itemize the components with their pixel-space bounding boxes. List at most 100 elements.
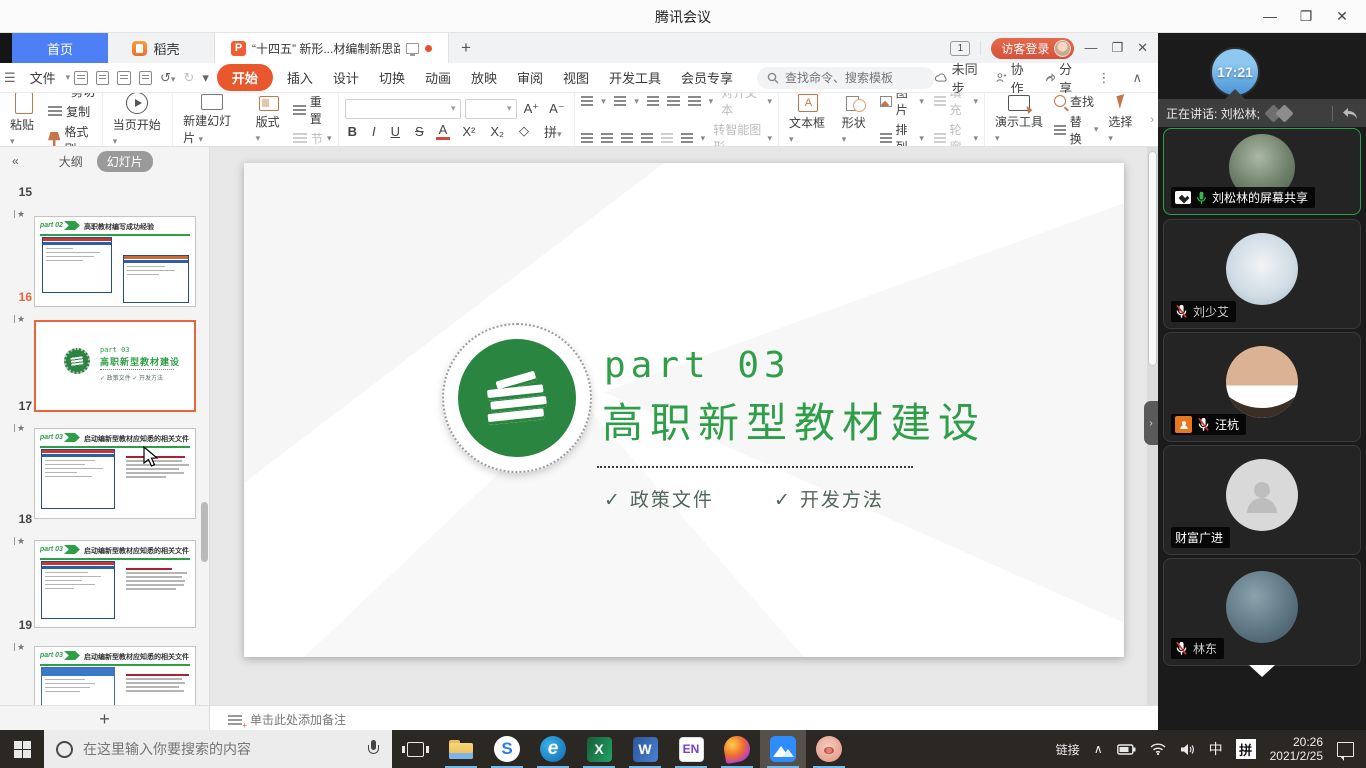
collaborate-button[interactable]: 协作: [996, 59, 1031, 97]
start-button[interactable]: [0, 730, 44, 768]
share-button[interactable]: 分享: [1045, 59, 1080, 97]
undo-icon[interactable]: ↺▾: [156, 70, 179, 86]
picture-button[interactable]: 图片▾: [880, 93, 924, 118]
tab-document[interactable]: P “十四五” 新形...材编制新思路1: [214, 33, 449, 63]
wps-close-button[interactable]: ✕: [1137, 40, 1148, 56]
edge-button[interactable]: e: [530, 730, 576, 768]
section-button[interactable]: 节▾: [293, 130, 332, 147]
notes-bar[interactable]: 单击此处添加备注: [210, 705, 1158, 733]
search-mic-icon[interactable]: [367, 740, 380, 758]
ribbon-expand-icon[interactable]: ›: [1146, 93, 1158, 146]
panel-scrollbar-thumb[interactable]: [201, 502, 208, 562]
line-spacing-icon[interactable]: [681, 133, 693, 143]
play-from-current-button[interactable]: 当页开始 ▾: [109, 93, 166, 147]
textbox-button[interactable]: A 文本框 ▾: [785, 94, 832, 145]
wps-minimize-button[interactable]: —: [1084, 40, 1097, 56]
taskbar-search-box[interactable]: [44, 730, 392, 768]
decrease-indent-icon[interactable]: [647, 96, 660, 106]
reply-arrow-icon[interactable]: [1342, 107, 1358, 120]
new-slide-button[interactable]: 新建幻灯片 ▾: [179, 94, 245, 146]
sogou-button[interactable]: S: [484, 730, 530, 768]
outline-tab[interactable]: 大纲: [59, 153, 83, 170]
align-right-icon[interactable]: [621, 133, 633, 143]
command-search-box[interactable]: [757, 67, 935, 89]
maximize-button[interactable]: ❐: [1296, 6, 1316, 26]
menu-review[interactable]: 审阅: [507, 68, 553, 87]
save-icon[interactable]: [74, 71, 87, 85]
menu-design[interactable]: 设计: [323, 68, 369, 87]
align-center-icon[interactable]: [601, 133, 613, 143]
panel-collapse-icon[interactable]: «: [12, 154, 19, 168]
participant-tile-liusonglin[interactable]: 刘松林的屏幕共享: [1163, 128, 1361, 215]
distribute-icon[interactable]: [661, 133, 673, 143]
preview-icon[interactable]: [139, 71, 152, 85]
menu-devtools[interactable]: 开发工具: [599, 68, 671, 87]
format-painter-button[interactable]: 格式刷: [48, 123, 96, 148]
evernote-button[interactable]: EN: [668, 730, 714, 768]
menu-view[interactable]: 视图: [553, 68, 599, 87]
ime-language-indicator[interactable]: 中: [1202, 730, 1230, 768]
present-tools-button[interactable]: 演示工具 ▾: [991, 95, 1048, 144]
align-text-button[interactable]: 对齐文本▾: [721, 93, 772, 118]
replace-button[interactable]: 替换▾: [1054, 113, 1098, 147]
fill-button[interactable]: 填充▾: [934, 93, 978, 118]
scroll-more-indicator[interactable]: [1249, 665, 1275, 677]
pig-avatar-app-button[interactable]: [806, 730, 852, 768]
participant-tile-wanghang[interactable]: 汪杭: [1163, 332, 1361, 442]
font-size-select[interactable]: ▾: [465, 99, 517, 119]
word-button[interactable]: W: [622, 730, 668, 768]
numbered-list-icon[interactable]: [614, 96, 627, 106]
subscript-button[interactable]: X₂: [487, 124, 507, 139]
minimize-button[interactable]: —: [1260, 6, 1280, 26]
collapse-ribbon-icon[interactable]: ∧: [1128, 70, 1146, 86]
shrink-font-button[interactable]: A⁻: [546, 101, 568, 117]
guest-login-button[interactable]: 访客登录: [991, 38, 1074, 59]
print-icon[interactable]: [96, 71, 109, 85]
slides-tab[interactable]: 幻灯片: [97, 151, 153, 172]
command-search-input[interactable]: [785, 71, 925, 85]
reset-button[interactable]: 重置: [293, 93, 332, 127]
layout-button[interactable]: 版式 ▾: [252, 96, 287, 144]
tray-clock[interactable]: 20:26 2021/2/25: [1262, 735, 1331, 763]
grow-font-button[interactable]: A⁺: [521, 101, 543, 117]
right-panel-expander[interactable]: ›: [1144, 401, 1158, 445]
to-smartart-button[interactable]: 转智能图形▾: [713, 121, 772, 147]
cut-button[interactable]: ✂剪切: [48, 93, 96, 100]
font-color-button[interactable]: A: [436, 122, 451, 140]
copy-button[interactable]: 复制: [48, 103, 96, 120]
bold-button[interactable]: B: [345, 124, 360, 139]
menu-insert[interactable]: 插入: [277, 68, 323, 87]
volume-icon[interactable]: [1173, 730, 1202, 768]
chevron-down-icon[interactable]: ▾: [66, 72, 71, 83]
arrange-button[interactable]: 排列▾: [880, 121, 924, 147]
superscript-button[interactable]: X²: [459, 124, 478, 139]
battery-icon[interactable]: [1110, 730, 1143, 768]
task-view-button[interactable]: [392, 730, 438, 768]
redo-icon[interactable]: ↻: [179, 70, 198, 86]
find-button[interactable]: 查找: [1054, 93, 1098, 110]
clear-format-button[interactable]: ◇: [516, 123, 532, 139]
increase-indent-icon[interactable]: [667, 96, 680, 106]
excel-button[interactable]: X: [576, 730, 622, 768]
underline-button[interactable]: U: [388, 124, 403, 139]
more-options-icon[interactable]: ⋮: [1093, 70, 1114, 86]
wifi-icon[interactable]: [1143, 730, 1173, 768]
sync-status[interactable]: 未同步: [935, 59, 982, 97]
quickbar-more-icon[interactable]: ▾: [198, 70, 213, 86]
slide-19-thumbnail[interactable]: part 03启动编新型教材应知悉的相关文件: [34, 646, 196, 705]
new-tab-button[interactable]: +: [449, 33, 483, 63]
ime-pinyin-indicator[interactable]: 拼: [1236, 739, 1256, 759]
shapes-button[interactable]: 形状 ▾: [838, 94, 874, 145]
firefox-button[interactable]: [714, 730, 760, 768]
menu-start[interactable]: 开始: [217, 64, 273, 91]
slide-17-thumbnail[interactable]: part 03启动编新型教材应知悉的相关文件: [34, 428, 196, 519]
justify-icon[interactable]: [641, 133, 653, 143]
participant-tile-liushaoai[interactable]: 刘少艾: [1163, 219, 1361, 329]
wps-restore-button[interactable]: ❐: [1111, 40, 1123, 56]
slide-15-thumbnail[interactable]: part 02高职教材编写成功经验: [34, 216, 196, 307]
file-explorer-button[interactable]: [438, 730, 484, 768]
bullet-list-icon[interactable]: [581, 96, 594, 106]
font-family-select[interactable]: ▾: [345, 99, 461, 119]
italic-button[interactable]: I: [369, 124, 379, 139]
tab-home[interactable]: 首页: [12, 33, 108, 63]
